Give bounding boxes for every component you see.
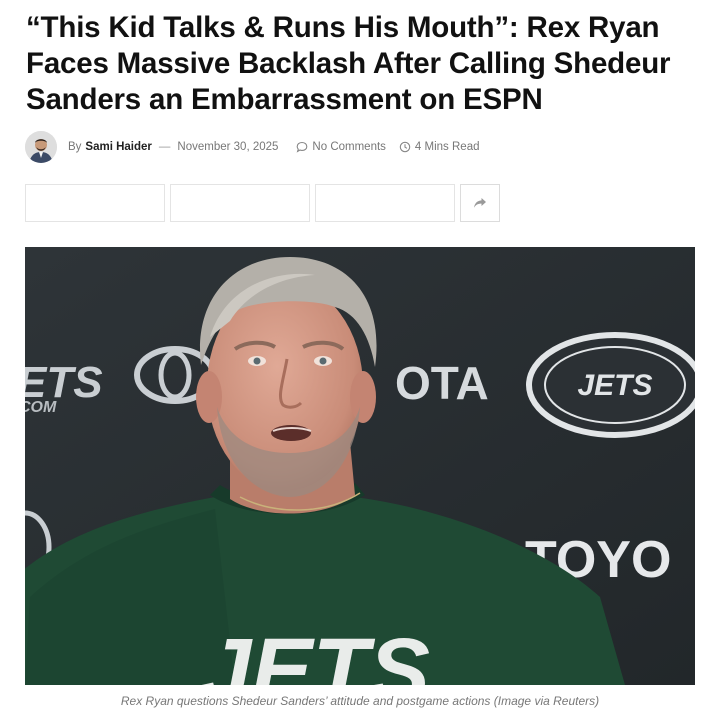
share-button-3[interactable] [315,184,455,222]
article-title: “This Kid Talks & Runs His Mouth”: Rex R… [26,11,671,116]
comments-link[interactable]: No Comments [296,141,386,153]
backdrop-text-middle: OTA [395,357,489,409]
share-bar [25,184,500,222]
clock-icon [399,141,411,153]
share-button-1[interactable] [25,184,165,222]
shirt-logo-text: JETS [200,620,430,685]
backdrop-text-left2: COM [25,399,57,416]
meta-separator: — [158,141,171,153]
comments-label: No Comments [312,141,386,153]
featured-image: ETS COM OTA JETS TOYO JETS [25,247,695,685]
publish-date: November 30, 2025 [177,141,279,153]
author-avatar[interactable] [25,131,57,163]
article-meta: By Sami Haider — November 30, 2025 No Co… [25,131,492,163]
share-button-2[interactable] [170,184,310,222]
author-name-link[interactable]: Sami Haider [85,141,151,153]
backdrop-jets-logo-text: JETS [577,369,652,402]
more-share-button[interactable] [460,184,500,222]
image-caption: Rex Ryan questions Shedeur Sanders’ atti… [120,694,600,708]
share-arrow-icon [474,198,486,208]
read-time: 4 Mins Read [399,141,480,153]
read-time-label: 4 Mins Read [414,141,480,153]
comment-icon [297,141,308,153]
by-label: By [68,141,82,153]
